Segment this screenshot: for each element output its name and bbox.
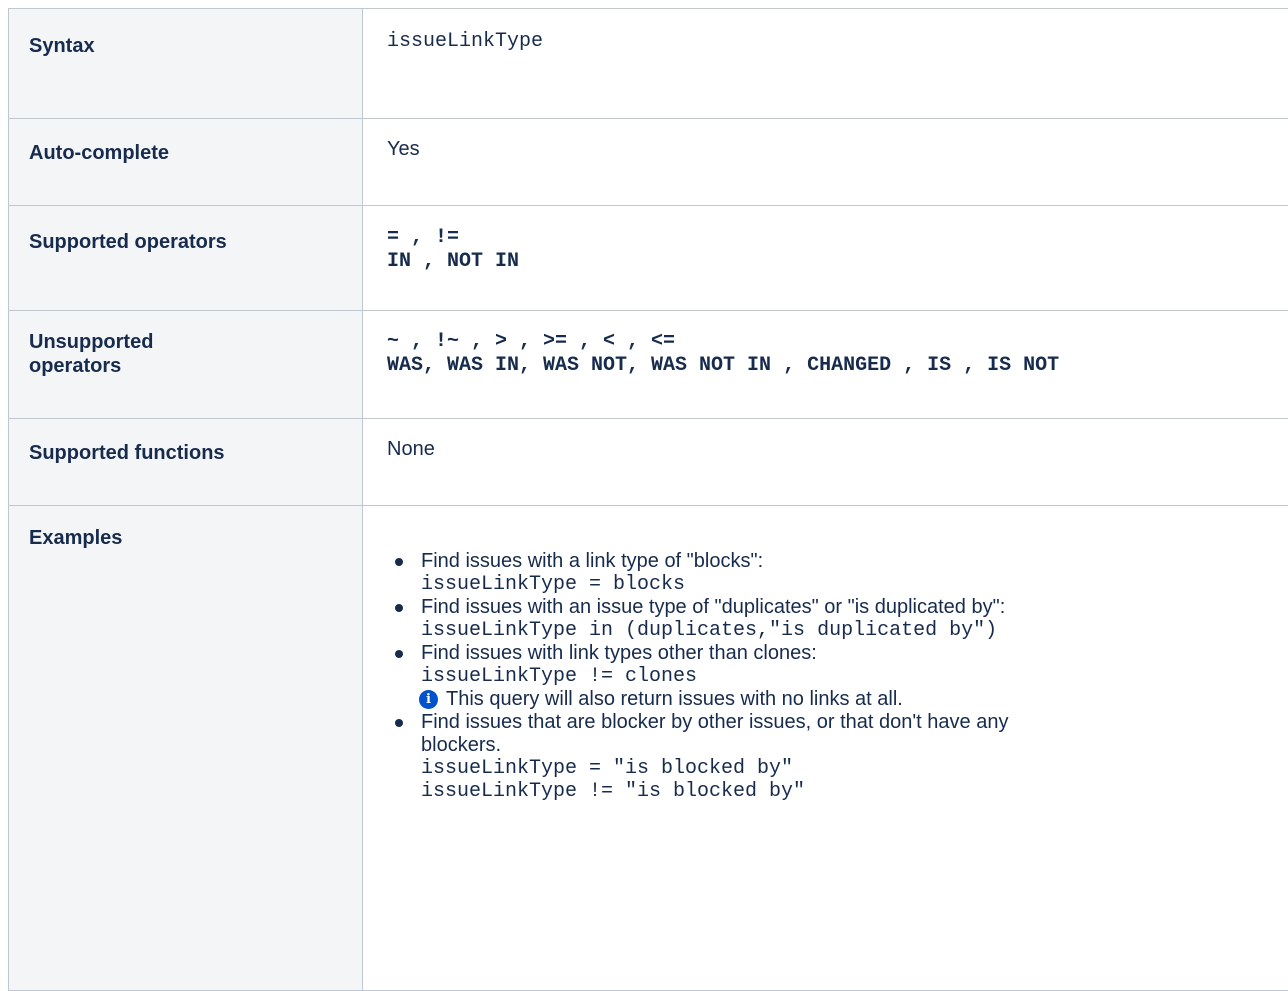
example-code: issueLinkType = "is blocked by" [421, 757, 1288, 780]
supported-functions-label: Supported functions [29, 441, 362, 465]
supported-operators-line: IN , NOT IN [387, 250, 1288, 274]
example-code: issueLinkType = blocks [421, 573, 1288, 596]
examples-list: Find issues with a link type of "blocks"… [389, 550, 1288, 803]
example-code: issueLinkType in (duplicates,"is duplica… [421, 619, 1288, 642]
list-item: Find issues with link types other than c… [389, 642, 1288, 711]
example-text: Find issues with an issue type of "dupli… [421, 596, 1005, 618]
examples-label: Examples [29, 526, 362, 550]
label-cell: Supported operators [9, 206, 363, 311]
unsupported-operators-label: operators [29, 354, 362, 378]
example-text: Find issues with link types other than c… [421, 642, 817, 664]
row-unsupported-operators: Unsupported operators ~ , !~ , > , >= , … [9, 311, 1288, 419]
example-text: Find issues that are blocker by other is… [421, 711, 1288, 734]
example-code: issueLinkType != "is blocked by" [421, 780, 1288, 803]
label-cell: Examples [9, 506, 363, 991]
value-cell: None [363, 419, 1288, 506]
info-icon: i [419, 690, 438, 709]
info-note-text: This query will also return issues with … [446, 688, 903, 711]
syntax-value: issueLinkType [387, 30, 1288, 54]
supported-functions-value: None [387, 437, 1288, 461]
value-cell: ~ , !~ , > , >= , < , <= WAS, WAS IN, WA… [363, 311, 1288, 419]
unsupported-operators-label: Unsupported [29, 330, 362, 354]
supported-operators-label: Supported operators [29, 230, 362, 254]
label-cell: Unsupported operators [9, 311, 363, 419]
list-item: Find issues with an issue type of "dupli… [389, 596, 1288, 642]
unsupported-operators-line: WAS, WAS IN, WAS NOT, WAS NOT IN , CHANG… [387, 354, 1288, 378]
example-text: blockers. [421, 734, 1288, 757]
unsupported-operators-line: ~ , !~ , > , >= , < , <= [387, 330, 1288, 354]
row-examples: Examples Find issues with a link type of… [9, 506, 1288, 991]
autocomplete-value: Yes [387, 137, 1288, 161]
label-cell: Auto-complete [9, 119, 363, 206]
syntax-label: Syntax [29, 34, 362, 58]
info-note: i This query will also return issues wit… [419, 688, 1288, 711]
properties-table: Syntax issueLinkType Auto-complete Yes S… [8, 8, 1288, 991]
example-code: issueLinkType != clones [421, 665, 1288, 688]
label-cell: Supported functions [9, 419, 363, 506]
autocomplete-label: Auto-complete [29, 141, 362, 165]
list-item: Find issues with a link type of "blocks"… [389, 550, 1288, 596]
value-cell: = , != IN , NOT IN [363, 206, 1288, 311]
value-cell: Find issues with a link type of "blocks"… [363, 506, 1288, 991]
row-supported-operators: Supported operators = , != IN , NOT IN [9, 206, 1288, 311]
row-autocomplete: Auto-complete Yes [9, 119, 1288, 206]
list-item: Find issues that are blocker by other is… [389, 711, 1288, 803]
value-cell: Yes [363, 119, 1288, 206]
row-supported-functions: Supported functions None [9, 419, 1288, 506]
label-cell: Syntax [9, 9, 363, 119]
example-text: Find issues with a link type of "blocks"… [421, 550, 763, 572]
row-syntax: Syntax issueLinkType [9, 9, 1288, 119]
supported-operators-line: = , != [387, 226, 1288, 250]
value-cell: issueLinkType [363, 9, 1288, 119]
